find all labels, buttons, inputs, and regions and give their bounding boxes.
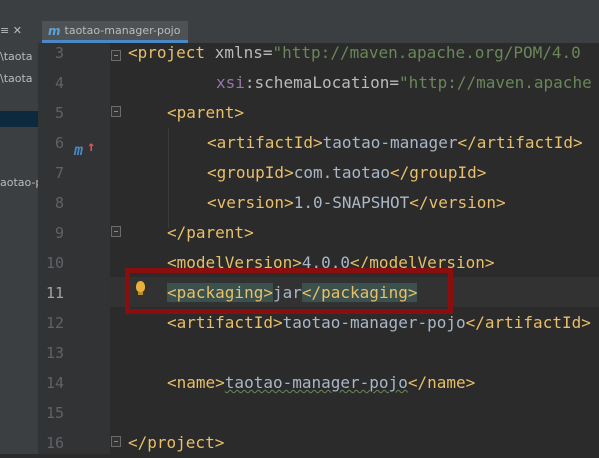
- fold-marker-icon[interactable]: [111, 106, 121, 117]
- line-number: 9: [54, 224, 64, 242]
- xml-attr: xmlns: [214, 43, 263, 62]
- xml-tag: <artifactId>: [207, 133, 323, 152]
- editor-header-strip: [38, 0, 599, 21]
- xml-text: taotao-manager: [322, 133, 458, 152]
- line-number: 14: [45, 374, 64, 392]
- xml-tag: </artifactId>: [465, 313, 591, 332]
- project-tree-item[interactable]: \taota: [0, 72, 33, 85]
- xml-text: 1.0-SNAPSHOT: [293, 193, 410, 212]
- xml-equals: =: [389, 73, 400, 92]
- line-number: 8: [54, 194, 64, 212]
- code-line-9: </parent>: [167, 218, 254, 248]
- arrow-up-icon[interactable]: ↑: [87, 139, 95, 155]
- project-tool-window: ≡ ✕ \taota \taota aotao-p: [0, 0, 38, 454]
- xml-tag: <version>: [207, 193, 294, 212]
- line-number: 6: [54, 134, 64, 152]
- project-panel-icons[interactable]: ≡ ✕: [0, 24, 22, 37]
- line-number-current: 11: [45, 284, 64, 302]
- maven-parent-icon[interactable]: m: [74, 141, 83, 159]
- line-number: 7: [54, 164, 64, 182]
- fold-marker-icon[interactable]: [111, 436, 121, 447]
- line-number: 13: [45, 344, 64, 362]
- xml-text: taotao-manager-pojo: [224, 373, 408, 392]
- code-line-6: <artifactId>taotao-manager</artifactId>: [207, 128, 583, 158]
- xml-tag: <artifactId>: [167, 313, 283, 332]
- xml-tag: <parent>: [167, 103, 245, 122]
- highlight-annotation-box: [125, 268, 453, 314]
- xml-namespace: xsi: [216, 73, 245, 92]
- xml-tag: <groupId>: [207, 163, 294, 182]
- xml-attr-value: "http://maven.apache.org/POM/4.0: [272, 43, 581, 62]
- xml-tag: <project: [128, 43, 215, 62]
- xml-attr-value: "http://maven.apache: [399, 73, 592, 92]
- code-line-5: <parent>: [167, 98, 244, 128]
- line-number: 3: [54, 44, 64, 62]
- code-line-4: xsi:schemaLocation="http://maven.apache: [216, 68, 592, 98]
- xml-text: taotao-manager-pojo: [282, 313, 466, 332]
- xml-tag: </groupId>: [390, 163, 487, 182]
- line-number: 15: [45, 404, 64, 422]
- xml-tag: </name>: [407, 373, 476, 392]
- maven-icon: m: [48, 23, 61, 38]
- project-tree-item[interactable]: aotao-p: [0, 176, 38, 189]
- xml-tag: </artifactId>: [457, 133, 583, 152]
- line-number: 10: [45, 254, 64, 272]
- project-tree-selected-row[interactable]: [0, 111, 38, 127]
- tab-label: taotao-manager-pojo: [64, 24, 181, 37]
- indent-guide: [168, 128, 169, 228]
- code-line-14: <name>taotao-manager-pojo</name>: [167, 368, 475, 398]
- xml-text: com.taotao: [293, 163, 391, 182]
- xml-tag: <name>: [167, 373, 225, 392]
- code-line-3: <project xmlns="http://maven.apache.org/…: [128, 38, 581, 68]
- project-tree-item[interactable]: \taota: [0, 50, 33, 63]
- editor-gutter: 3 4 5 6 7 8 9 10 11 12 13 14 15 16 m ↑: [38, 43, 110, 454]
- xml-attr: :schemaLocation: [244, 73, 390, 92]
- line-number: 4: [54, 74, 64, 92]
- fold-marker-icon[interactable]: [111, 50, 121, 61]
- fold-marker-icon[interactable]: [111, 226, 121, 237]
- xml-tag: </parent>: [167, 223, 254, 242]
- line-number: 5: [54, 104, 64, 122]
- xml-equals: =: [262, 43, 273, 62]
- xml-tag: </project>: [128, 433, 225, 452]
- xml-tag: </version>: [409, 193, 506, 212]
- code-line-7: <groupId>com.taotao</groupId>: [207, 158, 486, 188]
- code-line-8: <version>1.0-SNAPSHOT</version>: [207, 188, 506, 218]
- line-number: 12: [45, 314, 64, 332]
